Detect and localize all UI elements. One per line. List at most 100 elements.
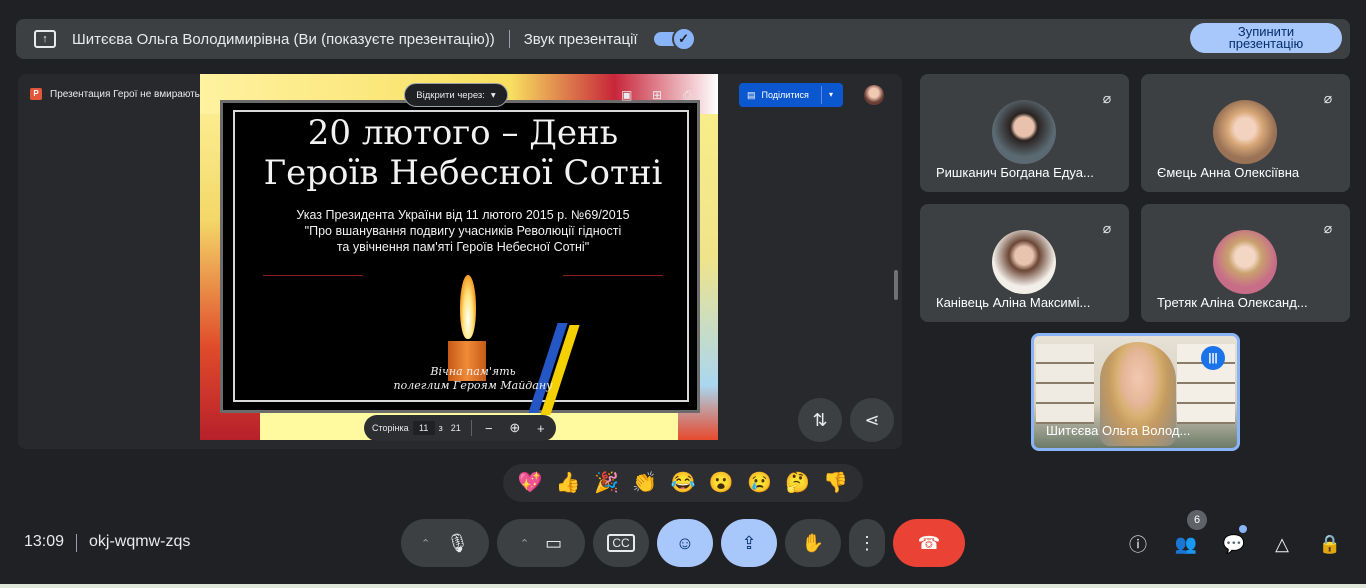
host-controls-icon[interactable]: 🔒 [1317,531,1343,557]
participant-tile[interactable]: ⌀ Канівець Аліна Максимі... [920,204,1129,322]
caret-down-icon: ▾ [490,89,496,101]
camera-icon[interactable]: ▭ [545,533,562,554]
share-icon: ▤ [747,89,756,100]
avatar [992,100,1056,164]
share-caret-icon[interactable]: ▾ [829,83,833,107]
reactions-bar: 💖 👍 🎉 👏 😂 😮 😢 🤔 👎 [503,464,863,502]
presentation-audio-label: Звук презентації [523,30,638,48]
chat-icon[interactable]: 💬 [1221,531,1247,557]
add-to-drive-icon[interactable]: ⊞ [652,88,666,102]
swap-layout-icon[interactable]: ⇅ [798,398,842,442]
people-icon[interactable]: 👥 [1173,531,1199,557]
motto-line1: Вічна пам'ять [430,365,516,378]
mic-off-icon: ⌀ [1102,90,1112,106]
presenter-text: Шитєєва Ольга Володимирівна (Ви (показує… [72,30,495,48]
zoom-icon[interactable]: ⊕ [502,420,528,436]
people-count-badge: 6 [1187,510,1207,530]
participant-tile[interactable]: ⌀ Третяк Аліна Олександ... [1141,204,1350,322]
emoji-icon: ☺ [675,532,695,553]
decree-line3: та увічнення пам'яті Героїв Небесної Сот… [336,240,590,254]
video-background [1036,344,1094,424]
scrollbar[interactable] [894,270,898,300]
folder-icon[interactable]: ▣ [621,88,635,102]
presentation-stage: P Презентация Герої не вмирають-1.pptx 2… [18,74,902,449]
participant-name: Ришканич Богдана Едуа... [936,165,1094,180]
info-icon[interactable]: ⓘ [1125,531,1151,557]
page-of-label: з [438,423,443,433]
camera-options-chevron-icon[interactable]: ⌃ [520,537,529,550]
slide-title-line1: 20 лютого – День [307,113,619,153]
participant-name: Ємець Анна Олексіївна [1157,165,1300,180]
slide-decree: Указ Президента України від 11 лютого 20… [223,207,703,255]
reaction-surprised[interactable]: 😮 [709,464,734,502]
mic-off-icon: ⌀ [1323,220,1333,236]
decree-line2: "Про вшанування подвигу учасників Револю… [304,224,622,238]
pager-divider [470,420,472,436]
slide: 20 лютого – День Героїв Небесної Сотні У… [200,74,718,440]
more-options-button[interactable]: ⋮ [849,519,885,567]
share-button[interactable]: ▤ Поділитися ▾ [739,83,843,107]
avatar[interactable] [864,85,884,105]
clock: 13:09 [24,533,65,550]
mic-off-icon: ⌀ [1102,220,1112,236]
powerpoint-icon: P [30,88,42,100]
bottom-edge [0,584,1366,588]
slide-board: 20 лютого – День Героїв Небесної Сотні У… [220,100,703,415]
slide-line-right [563,275,663,276]
captions-button[interactable]: CC [593,519,649,567]
reaction-thumbs-down[interactable]: 👎 [823,464,848,502]
check-icon: ✓ [671,27,696,51]
zoom-out-icon[interactable]: − [476,421,502,436]
self-name: Шитєєва Ольга Волод... [1046,423,1191,438]
more-vert-icon: ⋮ [858,532,876,553]
avatar [1213,230,1277,294]
open-with-button[interactable]: Відкрити через: ▾ [404,83,508,107]
slide-title-line2: Героїв Небесної Сотні [263,153,663,193]
share-link-icon[interactable]: ⋖ [850,398,894,442]
share-divider [821,86,822,104]
reaction-heart[interactable]: 💖 [518,464,543,502]
page-total: 21 [450,423,461,433]
reaction-party[interactable]: 🎉 [594,464,619,502]
stop-presenting-button[interactable]: Зупинити презентацію [1190,23,1342,53]
raise-hand-button[interactable]: ✋ [785,519,841,567]
end-call-button[interactable]: ☎ [893,519,965,567]
presentation-audio-toggle[interactable]: ✓ [653,27,696,51]
reaction-thinking[interactable]: 🤔 [785,464,810,502]
reaction-sad[interactable]: 😢 [747,464,772,502]
hang-up-icon: ☎ [917,532,941,553]
participant-tile[interactable]: ⌀ Ємець Анна Олексіївна [1141,74,1350,192]
avatar [1213,100,1277,164]
decree-line1: Указ Президента України від 11 лютого 20… [296,208,630,222]
captions-icon: CC [607,534,635,552]
activities-icon[interactable]: △ [1269,531,1295,557]
chat-notification-dot [1239,525,1247,533]
banner-divider [508,30,510,48]
present-screen-icon: ↑ [34,30,56,48]
present-icon: ⇪ [741,532,757,553]
slide-title: 20 лютого – День Героїв Небесної Сотні [223,113,703,193]
footer-divider [76,534,77,552]
slide-line-left [263,275,363,276]
camera-control: ⌃ ▭ [497,519,585,567]
print-icon[interactable]: ⎙ [683,88,697,102]
participant-tile[interactable]: ⌀ Ришканич Богдана Едуа... [920,74,1129,192]
mic-icon[interactable]: 🎙 [446,533,469,554]
participant-name: Канівець Аліна Максимі... [936,295,1091,310]
stop-presenting-label-2: презентацію [1228,36,1304,51]
mic-options-chevron-icon[interactable]: ⌃ [421,537,430,550]
reactions-button[interactable]: ☺ [657,519,713,567]
reaction-clap[interactable]: 👏 [632,464,657,502]
mic-control: ⌃ 🎙 [401,519,489,567]
hand-icon: ✋ [801,532,825,553]
page-current[interactable]: 11 [412,421,435,435]
slide-motto: Вічна пам'ять полеглим Героям Майдану [363,365,583,393]
self-video-tile[interactable]: ||| Шитєєва Ольга Волод... [1031,333,1240,451]
zoom-in-icon[interactable]: + [528,421,554,436]
page-navigator: Сторінка 11 з 21 − ⊕ + [364,415,556,441]
reaction-thumbs-up[interactable]: 👍 [556,464,581,502]
motto-line2: полеглим Героям Майдану [393,379,553,392]
reaction-laugh[interactable]: 😂 [671,464,696,502]
present-button[interactable]: ⇪ [721,519,777,567]
presenting-banner: ↑ Шитєєва Ольга Володимирівна (Ви (показ… [16,19,1350,59]
